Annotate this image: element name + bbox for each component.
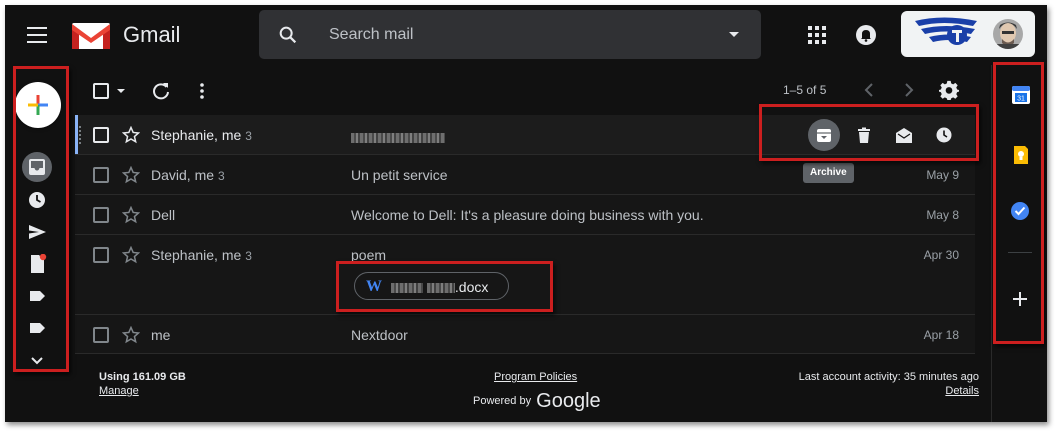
row-checkbox[interactable]	[93, 167, 109, 183]
storage-usage: Using 161.09 GB	[99, 371, 186, 383]
account-area[interactable]	[901, 11, 1035, 57]
star-icon[interactable]	[122, 126, 140, 144]
subject: Nextdoor	[351, 327, 408, 343]
snoozed-icon[interactable]	[27, 190, 47, 210]
sent-icon[interactable]	[27, 222, 47, 242]
table-row[interactable]: Stephanie, me 3	[75, 115, 975, 155]
list-toolbar: 1–5 of 5	[75, 65, 975, 115]
search-input[interactable]	[329, 10, 709, 59]
page-count: 1–5 of 5	[783, 83, 827, 97]
google-apps-icon[interactable]	[808, 26, 826, 44]
program-policies-link[interactable]: Program Policies	[494, 371, 577, 383]
manage-storage-link[interactable]: Manage	[99, 385, 139, 397]
snooze-icon	[936, 127, 952, 143]
avatar[interactable]	[993, 19, 1023, 49]
table-row[interactable]: Dell Welcome to Dell: It's a pleasure do…	[75, 195, 975, 235]
footer: Using 161.09 GB Manage Program Policies …	[75, 354, 979, 422]
svg-text:31: 31	[1017, 96, 1025, 103]
row-checkbox[interactable]	[93, 327, 109, 343]
date: May 9	[926, 168, 959, 182]
row-checkbox[interactable]	[93, 247, 109, 263]
table-row[interactable]: Stephanie, me 3 poem Apr 30 W .docx	[75, 235, 975, 315]
select-all-checkbox[interactable]	[93, 83, 109, 99]
older-chevron-right-icon[interactable]	[903, 82, 915, 98]
google-keep-icon[interactable]	[1011, 145, 1031, 165]
side-panel-rail: 31	[991, 65, 1047, 422]
date: Apr 30	[923, 248, 959, 262]
row-checkbox[interactable]	[93, 207, 109, 223]
table-row[interactable]: me Nextdoor Apr 18	[75, 315, 975, 354]
powered-by: Powered by Google	[473, 390, 601, 412]
google-calendar-icon[interactable]: 31	[1011, 85, 1031, 105]
left-navigation	[5, 65, 71, 422]
more-chevron-down-icon[interactable]	[27, 350, 47, 370]
refresh-icon[interactable]	[151, 81, 171, 101]
sender: Stephanie, me 3	[151, 247, 252, 263]
row-hover-actions	[808, 119, 968, 151]
label-icon[interactable]	[27, 286, 47, 306]
delete-icon	[858, 127, 870, 143]
attachment-name: .docx	[391, 279, 488, 295]
star-icon[interactable]	[122, 326, 140, 344]
mark-as-read-icon	[896, 128, 912, 143]
email-list: Stephanie, me 3 David, me 3 Un petit ser…	[75, 115, 975, 354]
more-options-icon[interactable]	[199, 81, 205, 101]
archive-tooltip: Archive	[803, 163, 854, 183]
thread-count: 3	[218, 169, 225, 183]
drag-handle-icon[interactable]	[78, 125, 82, 145]
snooze-button[interactable]	[928, 119, 960, 151]
attachment-chip[interactable]: W .docx	[354, 272, 509, 300]
notifications-icon[interactable]	[855, 24, 877, 46]
star-icon[interactable]	[122, 206, 140, 224]
sender: David, me 3	[151, 167, 225, 183]
subject: poem	[351, 247, 387, 263]
thread-count: 3	[245, 249, 252, 263]
date: Apr 18	[923, 328, 959, 342]
last-account-activity: Last account activity: 35 minutes ago	[798, 371, 979, 383]
google-tasks-icon[interactable]	[1010, 201, 1030, 221]
gmail-window: Gmail Search mail 1–5 of 5 Stephanie, me…	[5, 5, 1047, 422]
star-icon[interactable]	[122, 166, 140, 184]
word-document-icon: W	[366, 278, 382, 295]
compose-plus-icon	[28, 95, 48, 115]
get-addons-plus-icon[interactable]	[1013, 292, 1027, 306]
settings-gear-icon[interactable]	[939, 80, 959, 100]
select-options-chevron-icon[interactable]	[117, 89, 125, 93]
inbox-icon[interactable]	[27, 157, 47, 177]
subject: Welcome to Dell: It's a pleasure doing b…	[351, 207, 704, 223]
compose-button[interactable]	[15, 82, 61, 128]
date: May 8	[926, 208, 959, 222]
sender: Stephanie, me 3	[151, 127, 252, 143]
archive-button[interactable]	[808, 119, 840, 151]
drafts-icon[interactable]	[27, 254, 47, 274]
brand-name: Gmail	[123, 22, 181, 47]
gmail-logo-icon[interactable]	[72, 23, 110, 49]
sender: me	[151, 327, 171, 343]
search-options-icon[interactable]	[729, 32, 739, 37]
sender: Dell	[151, 207, 176, 223]
delete-button[interactable]	[848, 119, 880, 151]
archive-icon	[817, 129, 831, 142]
search-bar[interactable]	[259, 10, 761, 59]
mark-as-read-button[interactable]	[888, 119, 920, 151]
organization-logo-icon	[915, 17, 977, 45]
newer-chevron-left-icon[interactable]	[863, 82, 875, 98]
side-panel-divider	[1008, 252, 1032, 253]
google-wordmark: Google	[536, 390, 601, 412]
app-header: Gmail	[5, 5, 1047, 65]
main-menu-icon[interactable]	[27, 27, 47, 43]
subject-redacted	[351, 129, 445, 145]
star-icon[interactable]	[122, 246, 140, 264]
thread-count: 3	[245, 129, 252, 143]
search-icon[interactable]	[277, 24, 299, 46]
label-icon-2[interactable]	[27, 318, 47, 338]
subject: Un petit service	[351, 167, 448, 183]
row-checkbox[interactable]	[93, 127, 109, 143]
activity-details-link[interactable]: Details	[945, 385, 979, 397]
